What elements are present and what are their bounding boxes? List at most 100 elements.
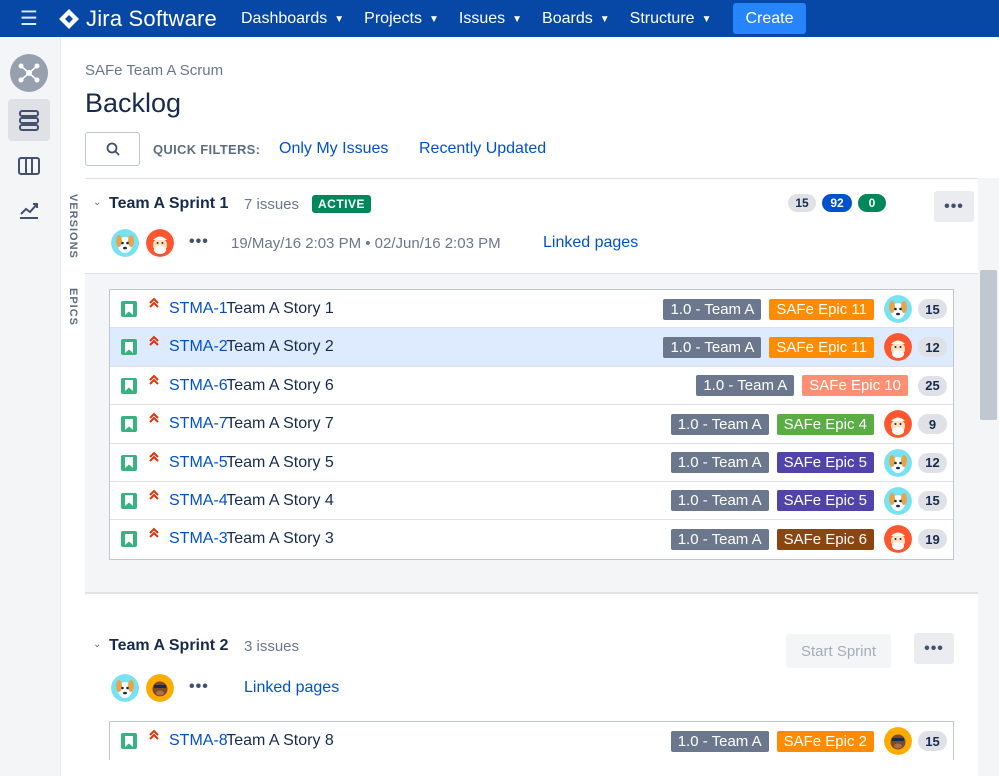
estimate-badge: 9 [918, 414, 947, 435]
nav-dashboards-label: Dashboards [240, 9, 328, 27]
priority-highest-icon [148, 450, 160, 469]
issue-summary[interactable]: Team A Story 2 [226, 338, 334, 356]
epics-tab[interactable]: EPICS [62, 286, 84, 328]
nav-boards[interactable]: Boards ▼ [542, 0, 610, 37]
avatar[interactable] [146, 674, 174, 702]
priority-highest-icon [148, 296, 160, 315]
issue-summary[interactable]: Team A Story 5 [226, 454, 334, 472]
nav-dashboards[interactable]: Dashboards ▼ [241, 0, 344, 37]
search-input[interactable] [85, 132, 140, 166]
versions-tab-label: VERSIONS [67, 193, 79, 259]
version-lozenge[interactable]: 1.0 - Team A [670, 730, 769, 752]
epic-lozenge[interactable]: SAFe Epic 5 [776, 490, 874, 512]
board-columns-icon[interactable] [8, 145, 50, 187]
story-icon [121, 454, 137, 471]
version-lozenge[interactable]: 1.0 - Team A [670, 490, 769, 512]
avatar[interactable] [884, 410, 912, 439]
issue-key[interactable]: STMA-4 [169, 492, 228, 510]
sprint-2-more-button[interactable]: ••• [914, 633, 954, 664]
menu-icon[interactable]: ☰ [0, 0, 58, 37]
create-button[interactable]: Create [733, 3, 806, 34]
avatar[interactable] [111, 229, 139, 257]
issue-row[interactable]: STMA-5 Team A Story 5 1.0 - Team A SAFe … [110, 443, 953, 482]
issue-row[interactable]: STMA-3 Team A Story 3 1.0 - Team A SAFe … [110, 520, 953, 559]
issue-key[interactable]: STMA-7 [169, 415, 228, 433]
issue-key[interactable]: STMA-5 [169, 454, 228, 472]
scrollbar[interactable] [978, 178, 999, 776]
issue-key[interactable]: STMA-1 [169, 300, 228, 318]
issue-summary[interactable]: Team A Story 4 [226, 492, 334, 510]
issue-key[interactable]: STMA-3 [169, 530, 228, 548]
linked-pages-link[interactable]: Linked pages [244, 679, 339, 697]
avatar[interactable] [884, 333, 912, 362]
chevron-down-icon[interactable]: ⌄ [93, 639, 101, 650]
issue-key[interactable]: STMA-6 [169, 377, 228, 395]
version-lozenge[interactable]: 1.0 - Team A [663, 336, 762, 358]
backlog-icon[interactable] [8, 99, 50, 141]
epic-lozenge[interactable]: SAFe Epic 5 [776, 452, 874, 474]
issue-row[interactable]: STMA-4 Team A Story 4 1.0 - Team A SAFe … [110, 481, 953, 521]
priority-highest-icon [148, 488, 160, 507]
avatar[interactable] [884, 448, 912, 477]
issue-summary[interactable]: Team A Story 7 [226, 415, 334, 433]
more-assignees-icon[interactable]: ••• [189, 233, 209, 251]
nav-structure[interactable]: Structure ▼ [630, 0, 712, 37]
chevron-down-icon[interactable]: ⌄ [93, 197, 101, 208]
avatar[interactable] [884, 525, 912, 554]
issue-key[interactable]: STMA-2 [169, 338, 228, 356]
version-lozenge[interactable]: 1.0 - Team A [670, 413, 769, 435]
version-lozenge[interactable]: 1.0 - Team A [670, 528, 769, 550]
story-icon [121, 492, 137, 509]
breadcrumb[interactable]: SAFe Team A Scrum [85, 62, 223, 79]
quick-filter-recently-updated[interactable]: Recently Updated [419, 140, 546, 158]
estimate-badge: 12 [918, 452, 947, 473]
nav-structure-label: Structure [629, 9, 695, 27]
version-lozenge[interactable]: 1.0 - Team A [670, 452, 769, 474]
epics-tab-label: EPICS [67, 287, 79, 326]
start-sprint-button[interactable]: Start Sprint [786, 634, 891, 668]
jira-logo[interactable]: Jira Software [58, 0, 217, 37]
issue-summary[interactable]: Team A Story 1 [226, 300, 334, 318]
in-progress-count-badge: 92 [822, 194, 852, 212]
version-lozenge[interactable]: 1.0 - Team A [663, 298, 762, 320]
epic-lozenge[interactable]: SAFe Epic 4 [776, 413, 874, 435]
reports-icon[interactable] [8, 189, 50, 231]
issue-row[interactable]: STMA-6 Team A Story 6 1.0 - Team A SAFe … [110, 366, 953, 406]
linked-pages-link[interactable]: Linked pages [543, 234, 638, 252]
issue-meta: 1.0 - Team A SAFe Epic 2 15 [670, 727, 947, 755]
epic-lozenge[interactable]: SAFe Epic 10 [802, 375, 908, 397]
epic-lozenge[interactable]: SAFe Epic 2 [776, 730, 874, 752]
issue-list: STMA-8 Team A Story 8 1.0 - Team A SAFe … [109, 721, 954, 761]
nav-projects[interactable]: Projects ▼ [364, 0, 439, 37]
issue-meta: 1.0 - Team A SAFe Epic 10 25 [696, 373, 947, 399]
avatar[interactable] [111, 674, 139, 702]
sprint-1-more-button[interactable]: ••• [934, 191, 974, 222]
avatar[interactable] [884, 295, 912, 323]
avatar[interactable] [146, 229, 174, 257]
issue-summary[interactable]: Team A Story 8 [226, 732, 334, 750]
nav-issues[interactable]: Issues ▼ [459, 0, 522, 37]
avatar[interactable] [884, 486, 912, 515]
epic-lozenge[interactable]: SAFe Epic 11 [769, 336, 874, 358]
scrollbar-thumb[interactable] [980, 270, 997, 420]
avatar[interactable] [884, 727, 912, 755]
issue-row[interactable]: STMA-2 Team A Story 2 1.0 - Team A SAFe … [110, 328, 953, 367]
issue-row[interactable]: STMA-7 Team A Story 7 1.0 - Team A SAFe … [110, 405, 953, 444]
issue-summary[interactable]: Team A Story 6 [226, 377, 334, 395]
issue-summary[interactable]: Team A Story 3 [226, 530, 334, 548]
quick-filter-only-my-issues[interactable]: Only My Issues [279, 140, 388, 158]
version-lozenge[interactable]: 1.0 - Team A [696, 375, 795, 397]
more-assignees-icon[interactable]: ••• [189, 678, 209, 696]
sprint-1-issue-count: 7 issues [244, 196, 300, 213]
jira-diamond-icon [59, 8, 79, 29]
story-icon [121, 339, 137, 356]
versions-tab[interactable]: VERSIONS [62, 190, 84, 262]
issue-key[interactable]: STMA-8 [169, 732, 228, 750]
todo-count-badge: 15 [788, 194, 816, 212]
project-avatar-icon[interactable] [10, 54, 48, 92]
epic-lozenge[interactable]: SAFe Epic 11 [769, 298, 874, 320]
epic-lozenge[interactable]: SAFe Epic 6 [776, 528, 874, 550]
issue-row[interactable]: STMA-8 Team A Story 8 1.0 - Team A SAFe … [110, 722, 953, 761]
story-icon [121, 301, 137, 317]
issue-row[interactable]: STMA-1 Team A Story 1 1.0 - Team A SAFe … [110, 290, 953, 329]
